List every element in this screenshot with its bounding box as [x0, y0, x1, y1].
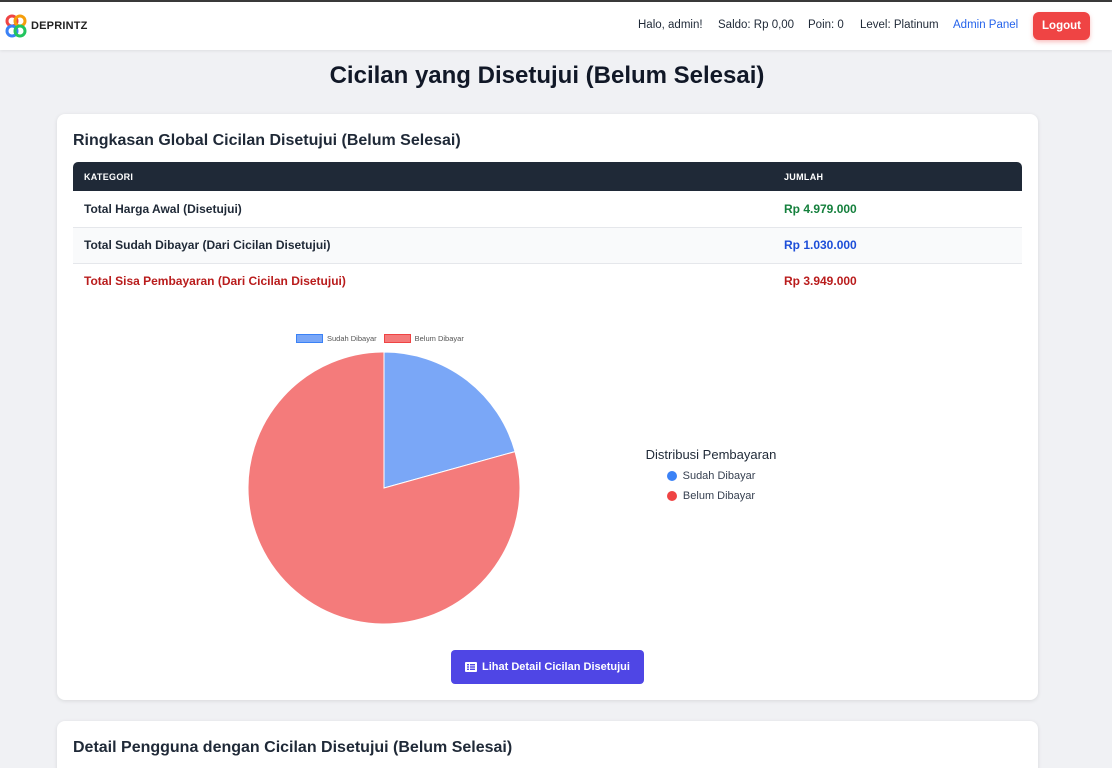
payment-pie-chart — [247, 351, 521, 625]
row-category: Total Harga Awal (Disetujui) — [73, 191, 773, 228]
list-icon — [465, 662, 478, 672]
summary-card: Ringkasan Global Cicilan Disetujui (Belu… — [57, 114, 1038, 700]
logout-button[interactable]: Logout — [1033, 12, 1090, 40]
distribution-dot — [666, 471, 677, 481]
brand-name: DEPRINTZ — [31, 20, 88, 32]
table-row: Total Harga Awal (Disetujui) Rp 4.979.000 — [73, 191, 1022, 228]
summary-table: KATEGORI JUMLAH Total Harga Awal (Disetu… — [73, 162, 1022, 299]
row-category: Total Sudah Dibayar (Dari Cicilan Disetu… — [73, 227, 773, 264]
brand-logo-link[interactable]: DEPRINTZ — [5, 14, 88, 38]
legend-label: Belum Dibayar — [414, 334, 464, 343]
brand-logo-icon — [5, 14, 27, 38]
row-category: Total Sisa Pembayaran (Dari Cicilan Dise… — [84, 274, 346, 289]
saldo-text: Saldo: Rp 0,00 — [718, 19, 795, 31]
legend-label: Sudah Dibayar — [327, 334, 377, 343]
users-detail-title: Detail Pengguna dengan Cicilan Disetujui… — [73, 739, 513, 756]
distribution-dot — [666, 491, 677, 501]
row-amount: Rp 3.949.000 — [784, 274, 857, 289]
legend-swatch — [296, 334, 323, 343]
distribution-item: Sudah Dibayar — [637, 470, 785, 482]
column-header-jumlah: JUMLAH — [784, 171, 824, 182]
navbar: DEPRINTZ Halo, admin! Saldo: Rp 0,00 Poi… — [0, 2, 1112, 50]
table-row: Total Sisa Pembayaran (Dari Cicilan Dise… — [73, 263, 1022, 299]
row-amount: Rp 1.030.000 — [773, 227, 1022, 264]
users-detail-card: Detail Pengguna dengan Cicilan Disetujui… — [57, 721, 1038, 768]
detail-button-label: Lihat Detail Cicilan Disetujui — [482, 661, 630, 673]
view-approved-installment-details-button[interactable]: Lihat Detail Cicilan Disetujui — [451, 650, 644, 684]
distribution-label: Belum Dibayar — [682, 490, 756, 502]
distribution-label: Sudah Dibayar — [682, 470, 756, 482]
chart-legend: Sudah Dibayar Belum Dibayar — [296, 334, 471, 343]
summary-title: Ringkasan Global Cicilan Disetujui (Belu… — [73, 132, 461, 149]
distribution-item: Belum Dibayar — [637, 490, 785, 502]
column-header-kategori: KATEGORI — [84, 171, 134, 182]
poin-text: Poin: 0 — [808, 19, 844, 31]
table-header-row: KATEGORI JUMLAH — [73, 162, 1022, 191]
admin-panel-link[interactable]: Admin Panel — [953, 19, 1018, 31]
legend-swatch — [383, 334, 411, 343]
table-row: Total Sudah Dibayar (Dari Cicilan Disetu… — [73, 227, 1022, 264]
distribution-panel: Distribusi Pembayaran Sudah Dibayar Belum… — [637, 447, 785, 502]
row-amount: Rp 4.979.000 — [773, 191, 1022, 228]
chart-legend-item[interactable]: Belum Dibayar — [383, 334, 464, 343]
page-title: Cicilan yang Disetujui (Belum Selesai) — [329, 62, 765, 89]
distribution-title: Distribusi Pembayaran — [645, 447, 777, 462]
greeting-text: Halo, admin! — [638, 19, 703, 31]
chart-legend-item[interactable]: Sudah Dibayar — [296, 334, 377, 343]
level-text: Level: Platinum — [860, 19, 939, 31]
